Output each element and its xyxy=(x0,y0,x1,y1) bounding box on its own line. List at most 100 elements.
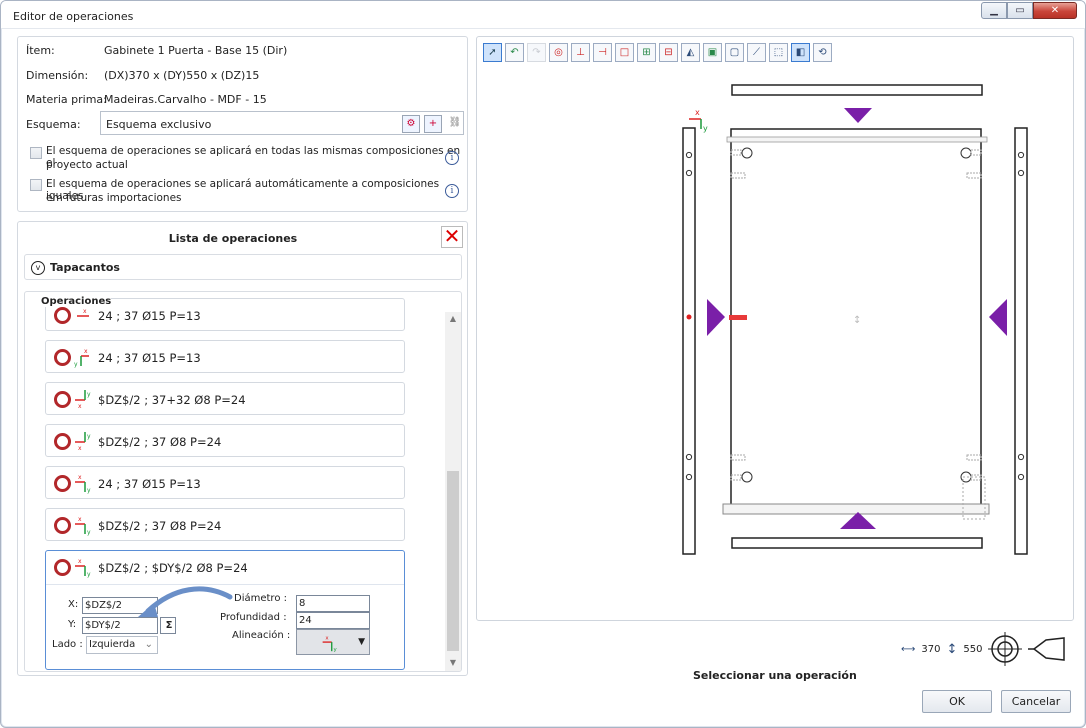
array-y-icon[interactable]: ⊟ xyxy=(659,43,678,62)
measure-icon[interactable]: ⟋ xyxy=(747,43,766,62)
panel-drawing[interactable]: x y ↕ xyxy=(657,77,1057,597)
svg-text:x: x xyxy=(78,516,82,523)
height-arrow-icon: ↕ xyxy=(946,641,958,657)
operation-item[interactable]: xy $DZ$/2 ; 37 Ø8 P=24 xyxy=(45,508,405,541)
operation-text: $DZ$/2 ; 37 Ø8 P=24 xyxy=(98,435,222,449)
svg-text:y: y xyxy=(87,529,91,536)
schema-add-icon[interactable]: + xyxy=(424,115,442,133)
svg-text:x: x xyxy=(78,558,82,565)
depth-input[interactable]: 24 xyxy=(296,612,370,629)
add-hole-icon[interactable]: ◎ xyxy=(549,43,568,62)
add-rectangle-icon[interactable]: □ xyxy=(615,43,634,62)
contour-icon[interactable]: ▢ xyxy=(725,43,744,62)
svg-text:x: x xyxy=(325,635,329,641)
drill-ring-icon xyxy=(54,475,71,492)
material-label: Materia prima: xyxy=(26,93,107,106)
add-vertical-line-icon[interactable]: ⊥ xyxy=(571,43,590,62)
crosshair-icon[interactable] xyxy=(988,632,1023,666)
svg-text:y: y xyxy=(87,571,91,578)
highlight-icon[interactable]: ◧ xyxy=(791,43,810,62)
axes-icon: x xyxy=(77,308,89,317)
add-pocket-icon[interactable]: ▣ xyxy=(703,43,722,62)
alignment-axes-icon: xy xyxy=(322,635,338,653)
operation-item[interactable]: xy 24 ; 37 Ø15 P=13 xyxy=(45,340,405,373)
operation-item-selected[interactable]: xy $DZ$/2 ; $DY$/2 Ø8 P=24 X: $DZ$/2 Y: … xyxy=(45,550,405,670)
tapacantos-section[interactable]: v Tapacantos xyxy=(24,254,462,280)
scroll-down-icon[interactable]: ▼ xyxy=(445,658,461,667)
schema-value: Esquema exclusivo xyxy=(106,118,212,131)
x-label: X: xyxy=(68,599,79,610)
maximize-button[interactable]: ▭ xyxy=(1007,2,1033,19)
axes-icon: xy xyxy=(74,348,89,368)
alignment-label: Alineación : xyxy=(232,630,291,641)
svg-text:x: x xyxy=(83,308,87,315)
title-bar: Editor de operaciones ▁ ▭ ✕ xyxy=(1,1,1085,29)
svg-text:x: x xyxy=(78,403,82,410)
apply-project-text-2: proyecto actual xyxy=(46,159,128,171)
lado-select[interactable]: Izquierda ⌄ xyxy=(86,636,158,654)
array-x-icon[interactable]: ⊞ xyxy=(637,43,656,62)
info-icon[interactable]: i xyxy=(445,151,459,165)
drill-ring-icon xyxy=(54,433,71,450)
dimension-value: (DX)370 x (DY)550 x (DZ)15 xyxy=(104,69,260,82)
perspective-icon[interactable] xyxy=(1028,634,1068,664)
svg-text:x: x xyxy=(84,348,88,355)
alignment-select[interactable]: xy ▼ xyxy=(296,629,370,655)
schema-field[interactable]: Esquema exclusivo ⚙ + ⛓ xyxy=(100,111,464,135)
apply-project-checkbox[interactable] xyxy=(30,147,42,159)
operation-item[interactable]: xy $DZ$/2 ; 37+32 Ø8 P=24 xyxy=(45,382,405,415)
canvas-toolbar: ➚ ↶ ↷ ◎ ⊥ ⊣ □ ⊞ ⊟ ◭ ▣ ▢ ⟋ ⬚ ◧ ⟲ xyxy=(483,43,832,62)
operation-text: $DZ$/2 ; 37+32 Ø8 P=24 xyxy=(98,393,246,407)
schema-edit-icon[interactable]: ⚙ xyxy=(402,115,420,133)
svg-text:x: x xyxy=(695,108,700,117)
chevron-down-icon[interactable]: v xyxy=(31,261,45,275)
apply-imports-text-2: em futuras importaciones xyxy=(46,192,182,204)
lado-label: Lado : xyxy=(52,639,83,650)
operations-scrollbar[interactable]: ▲ ▼ xyxy=(445,312,461,671)
unlink-icon[interactable]: ⛓ xyxy=(446,115,464,133)
svg-text:y: y xyxy=(87,391,91,398)
undo-icon[interactable]: ↶ xyxy=(505,43,524,62)
svg-text:y: y xyxy=(703,124,708,133)
frame-icon[interactable]: ⬚ xyxy=(769,43,788,62)
drawing-canvas-panel: ➚ ↶ ↷ ◎ ⊥ ⊣ □ ⊞ ⊟ ◭ ▣ ▢ ⟋ ⬚ ◧ ⟲ x y ↕ xyxy=(476,36,1074,621)
dropdown-arrow-icon: ▼ xyxy=(358,637,365,647)
operation-text: 24 ; 37 Ø15 P=13 xyxy=(98,309,201,323)
operations-editor-window: Editor de operaciones ▁ ▭ ✕ Ítem: Gabine… xyxy=(0,0,1086,728)
operations-list-title: Lista de operaciones xyxy=(168,232,298,245)
drill-ring-icon xyxy=(54,391,71,408)
apply-imports-checkbox[interactable] xyxy=(30,179,42,191)
y-label: Y: xyxy=(68,619,77,630)
minimize-button[interactable]: ▁ xyxy=(981,2,1007,19)
operation-text: 24 ; 37 Ø15 P=13 xyxy=(98,477,201,491)
operation-item[interactable]: xy $DZ$/2 ; 37 Ø8 P=24 xyxy=(45,424,405,457)
cancel-button[interactable]: Cancelar xyxy=(1001,690,1071,713)
item-info-panel: Ítem: Gabinete 1 Puerta - Base 15 (Dir) … xyxy=(17,36,468,212)
axes-icon: xy xyxy=(75,474,91,494)
operation-text: 24 ; 37 Ø15 P=13 xyxy=(98,351,201,365)
info-icon[interactable]: i xyxy=(445,184,459,198)
delete-operation-button[interactable]: ✕ xyxy=(441,226,463,248)
ok-button[interactable]: OK xyxy=(922,690,992,713)
dimension-indicator: ⟷ 370 ↕ 550 xyxy=(901,632,1068,666)
item-label: Ítem: xyxy=(26,44,55,57)
operation-text: $DZ$/2 ; $DY$/2 Ø8 P=24 xyxy=(98,561,248,575)
operations-group: Operaciones x 24 ; 37 Ø15 P=13 xy 24 ; 3… xyxy=(24,291,462,672)
svg-text:y: y xyxy=(334,647,338,653)
operation-editor: X: $DZ$/2 Y: $DY$/2 Σ Lado : Izquierda ⌄ … xyxy=(46,584,404,670)
mirror-icon[interactable]: ◭ xyxy=(681,43,700,62)
operation-item[interactable]: xy 24 ; 37 Ø15 P=13 xyxy=(45,466,405,499)
rotate-icon[interactable]: ⟲ xyxy=(813,43,832,62)
redo-icon[interactable]: ↷ xyxy=(527,43,546,62)
material-value: Madeiras.Carvalho - MDF - 15 xyxy=(104,93,267,106)
close-button[interactable]: ✕ xyxy=(1033,2,1077,19)
select-tool-icon[interactable]: ➚ xyxy=(483,43,502,62)
scroll-thumb[interactable] xyxy=(447,471,459,651)
svg-text:x: x xyxy=(78,445,82,452)
dimension-label: Dimensión: xyxy=(26,69,89,82)
width-arrow-icon: ⟷ xyxy=(901,643,916,655)
diameter-input[interactable]: 8 xyxy=(296,595,370,612)
scroll-up-icon[interactable]: ▲ xyxy=(445,314,461,323)
add-horizontal-line-icon[interactable]: ⊣ xyxy=(593,43,612,62)
guide-arrow-icon xyxy=(138,586,233,617)
